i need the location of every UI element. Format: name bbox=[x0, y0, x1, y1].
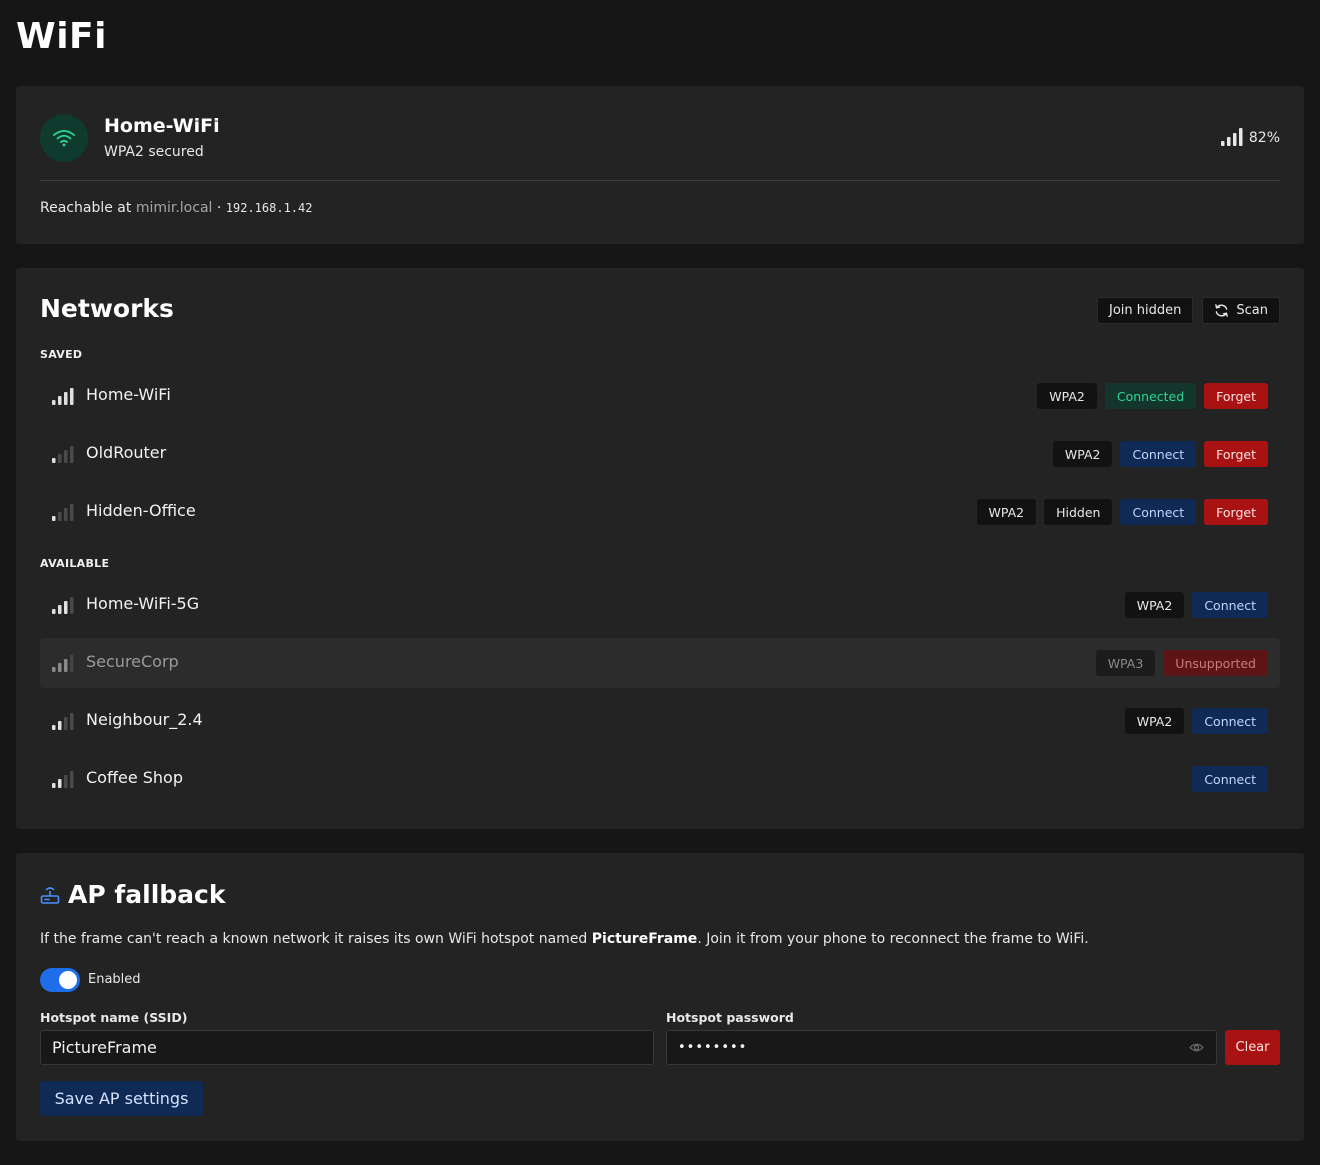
network-name: SecureCorp bbox=[86, 652, 179, 671]
connected-badge: Connected bbox=[1104, 383, 1197, 409]
reachable-info: Reachable at mimir.local · 192.168.1.42 bbox=[40, 200, 312, 216]
networks-actions: Join hidden Scan bbox=[1097, 297, 1280, 324]
security-badge: Hidden bbox=[1044, 499, 1113, 525]
scan-button[interactable]: Scan bbox=[1202, 297, 1280, 324]
network-row[interactable]: Home-WiFi-5G WPA2 Connect bbox=[40, 580, 1280, 630]
reachable-prefix: Reachable at bbox=[40, 200, 132, 216]
signal-percent: 82% bbox=[1248, 130, 1280, 146]
ip-address: 192.168.1.42 bbox=[225, 201, 313, 215]
network-row[interactable]: Neighbour_2.4 WPA2 Connect bbox=[40, 696, 1280, 746]
signal-bars-icon bbox=[52, 446, 74, 463]
hotspot-ssid-value: PictureFrame bbox=[52, 1038, 157, 1057]
join-hidden-label: Join hidden bbox=[1109, 303, 1182, 318]
divider bbox=[40, 180, 1280, 181]
network-row[interactable]: Home-WiFi WPA2 Connected Forget bbox=[40, 371, 1280, 421]
connect-button[interactable]: Connect bbox=[1192, 766, 1268, 792]
network-signal bbox=[52, 771, 74, 792]
signal-bars-icon bbox=[52, 504, 74, 521]
network-tags: Connect bbox=[1192, 766, 1268, 792]
wifi-icon bbox=[53, 130, 75, 147]
available-section-label: AVAILABLE bbox=[40, 557, 110, 570]
wifi-status-badge bbox=[40, 114, 88, 162]
network-row[interactable]: Coffee Shop Connect bbox=[40, 754, 1280, 804]
scan-label: Scan bbox=[1236, 303, 1268, 318]
forget-button[interactable]: Forget bbox=[1204, 499, 1268, 525]
ap-description: If the frame can't reach a known network… bbox=[40, 931, 1089, 947]
network-tags: WPA3 Unsupported bbox=[1095, 650, 1268, 676]
network-name: OldRouter bbox=[86, 443, 167, 462]
networks-title: Networks bbox=[40, 294, 174, 323]
eye-icon[interactable] bbox=[1189, 1042, 1204, 1053]
security-badge: WPA3 bbox=[1095, 650, 1156, 676]
save-ap-settings-button[interactable]: Save AP settings bbox=[40, 1081, 203, 1116]
hotspot-password-input[interactable]: •••••••• bbox=[666, 1030, 1217, 1065]
network-row[interactable]: OldRouter WPA2 Connect Forget bbox=[40, 429, 1280, 479]
signal-bars-icon bbox=[1220, 128, 1243, 146]
clear-password-button[interactable]: Clear bbox=[1225, 1030, 1280, 1065]
network-name: Home-WiFi bbox=[86, 385, 171, 404]
ap-title-row: AP fallback bbox=[40, 880, 225, 909]
connected-security: WPA2 secured bbox=[104, 144, 204, 160]
toggle-knob bbox=[59, 971, 77, 989]
password-field-label: Hotspot password bbox=[666, 1010, 794, 1025]
network-name: Coffee Shop bbox=[86, 768, 183, 787]
network-signal bbox=[52, 713, 74, 734]
network-signal bbox=[52, 504, 74, 525]
ap-enabled-toggle[interactable] bbox=[40, 968, 80, 992]
network-name: Hidden-Office bbox=[86, 501, 196, 520]
connected-ssid: Home-WiFi bbox=[104, 115, 220, 137]
ap-fallback-card: AP fallback If the frame can't reach a k… bbox=[16, 853, 1304, 1141]
hotspot-password-value: •••••••• bbox=[678, 1040, 748, 1055]
network-signal bbox=[52, 597, 74, 618]
connect-button[interactable]: Connect bbox=[1120, 441, 1197, 467]
network-tags: WPA2 Connect bbox=[1124, 592, 1268, 618]
security-badge: WPA2 bbox=[1124, 592, 1185, 618]
signal-bars-icon bbox=[52, 597, 74, 614]
network-row[interactable]: Hidden-Office WPA2 Hidden Connect Forget bbox=[40, 487, 1280, 537]
network-name: Neighbour_2.4 bbox=[86, 710, 203, 729]
hotspot-ssid-input[interactable]: PictureFrame bbox=[40, 1030, 654, 1065]
forget-button[interactable]: Forget bbox=[1204, 441, 1268, 467]
separator: · bbox=[216, 200, 222, 216]
hostname-link[interactable]: mimir.local bbox=[136, 200, 213, 216]
network-tags: WPA2 Connect Forget bbox=[1052, 441, 1268, 467]
network-signal bbox=[52, 446, 74, 467]
network-signal bbox=[52, 655, 74, 676]
network-name: Home-WiFi-5G bbox=[86, 594, 200, 613]
ap-desc-before: If the frame can't reach a known network… bbox=[40, 931, 592, 947]
connect-button[interactable]: Connect bbox=[1192, 708, 1268, 734]
connect-button[interactable]: Connect bbox=[1120, 499, 1197, 525]
signal-bars-icon bbox=[52, 655, 74, 672]
ap-hotspot-name: PictureFrame bbox=[591, 931, 698, 947]
ap-desc-after: . Join it from your phone to reconnect t… bbox=[697, 931, 1089, 947]
connection-status-card: Home-WiFi WPA2 secured 82% Reachable at … bbox=[16, 86, 1304, 244]
network-tags: WPA2 Connected Forget bbox=[1037, 383, 1268, 409]
connect-button[interactable]: Connect bbox=[1192, 592, 1268, 618]
forget-button[interactable]: Forget bbox=[1204, 383, 1268, 409]
security-badge: WPA2 bbox=[1124, 708, 1185, 734]
ap-title: AP fallback bbox=[68, 880, 226, 909]
ap-enabled-label: Enabled bbox=[88, 972, 141, 987]
unsupported-badge: Unsupported bbox=[1163, 650, 1268, 676]
network-tags: WPA2 Hidden Connect Forget bbox=[976, 499, 1268, 525]
router-icon bbox=[40, 886, 60, 904]
page-title: WiFi bbox=[16, 16, 107, 57]
signal-bars-icon bbox=[52, 771, 74, 788]
network-row[interactable]: SecureCorp WPA3 Unsupported bbox=[40, 638, 1280, 688]
join-hidden-button[interactable]: Join hidden bbox=[1097, 297, 1194, 324]
networks-card: Networks Join hidden Scan SAVED Home-WiF… bbox=[16, 268, 1304, 829]
signal-strength: 82% bbox=[1220, 128, 1280, 146]
signal-bars-icon bbox=[52, 713, 74, 730]
saved-section-label: SAVED bbox=[40, 348, 83, 361]
security-badge: WPA2 bbox=[1037, 383, 1097, 409]
security-badge: WPA2 bbox=[976, 499, 1037, 525]
network-tags: WPA2 Connect bbox=[1124, 708, 1268, 734]
ssid-field-label: Hotspot name (SSID) bbox=[40, 1010, 188, 1025]
security-badge: WPA2 bbox=[1052, 441, 1113, 467]
network-signal bbox=[52, 388, 74, 409]
refresh-icon bbox=[1215, 304, 1229, 317]
signal-bars-icon bbox=[52, 388, 74, 405]
